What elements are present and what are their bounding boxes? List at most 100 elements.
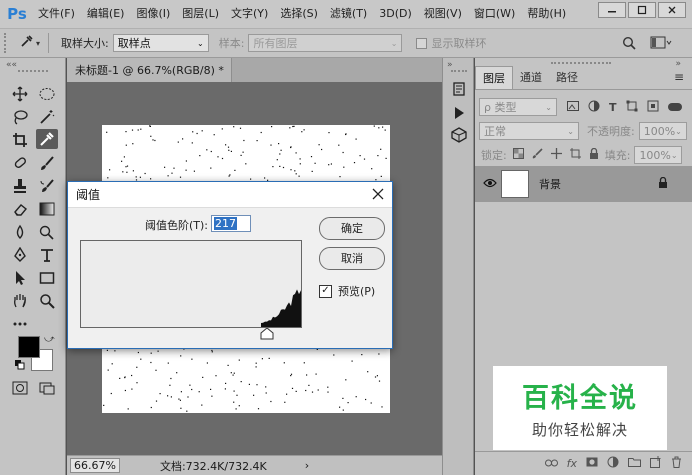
image-filter-icon[interactable]: [567, 100, 579, 114]
fx-icon[interactable]: fx: [567, 457, 577, 470]
adjustment-filter-icon[interactable]: [588, 100, 600, 115]
collapse-arrows-icon[interactable]: ««: [6, 60, 17, 70]
history-brush-tool-icon[interactable]: [36, 176, 58, 196]
lock-artboard-icon[interactable]: [569, 148, 581, 162]
workspace-switcher-icon[interactable]: [650, 36, 672, 53]
lock-transparent-pixels-icon[interactable]: [512, 148, 524, 162]
search-icon[interactable]: [622, 36, 636, 53]
foreground-color-swatch-front[interactable]: [18, 336, 40, 358]
preset-dropdown-chevron-icon[interactable]: ▾: [36, 39, 40, 48]
lasso-tool-icon[interactable]: [9, 107, 31, 127]
tab-layers[interactable]: 图层: [475, 66, 513, 89]
adjustment-layer-icon[interactable]: [607, 456, 619, 471]
filter-toggle[interactable]: [667, 103, 682, 111]
document-tab[interactable]: 未标题-1 @ 66.7%(RGB/8) * ×: [67, 58, 243, 82]
expand-arrows-icon[interactable]: »: [447, 60, 453, 70]
tab-paths[interactable]: 路径: [549, 66, 585, 89]
menu-file[interactable]: 文件(F): [32, 0, 81, 28]
opacity-field[interactable]: 100% ⌄: [638, 122, 687, 140]
preview-checkbox[interactable]: ✓: [319, 284, 332, 298]
screen-mode-icon[interactable]: [36, 378, 58, 398]
menu-3d[interactable]: 3D(D): [373, 0, 418, 28]
default-colors-icon[interactable]: [15, 360, 25, 373]
3d-panel-icon[interactable]: [449, 126, 469, 144]
menu-window[interactable]: 窗口(W): [468, 0, 521, 28]
panel-grip: [18, 70, 48, 72]
preview-option[interactable]: ✓ 预览(P): [319, 283, 375, 299]
brush-tool-icon[interactable]: [36, 153, 58, 173]
tab-channels[interactable]: 通道: [513, 66, 549, 89]
sample-value: 所有图层: [253, 37, 298, 50]
lock-image-pixels-icon[interactable]: [532, 148, 543, 162]
history-panel-icon[interactable]: [449, 80, 469, 98]
marquee-tool-icon[interactable]: [36, 84, 58, 104]
move-tool-icon[interactable]: [9, 84, 31, 104]
menu-type[interactable]: 文字(Y): [225, 0, 274, 28]
type-tool-icon[interactable]: [36, 245, 58, 265]
crop-tool-icon[interactable]: [9, 130, 31, 150]
sample-select[interactable]: 所有图层 ⌄: [248, 34, 403, 52]
fill-field[interactable]: 100% ⌄: [634, 146, 683, 164]
close-window-button[interactable]: [658, 2, 686, 18]
menu-view[interactable]: 视图(V): [418, 0, 468, 28]
dialog-close-button[interactable]: [372, 187, 384, 203]
shape-filter-icon[interactable]: [626, 100, 638, 115]
menu-edit[interactable]: 编辑(E): [81, 0, 131, 28]
panel-menu-icon[interactable]: ≡: [674, 70, 684, 84]
cancel-button[interactable]: 取消: [319, 247, 385, 270]
type-filter-icon[interactable]: T: [609, 101, 617, 114]
threshold-level-input[interactable]: 217: [211, 215, 251, 232]
add-mask-icon[interactable]: [586, 457, 598, 470]
threshold-dialog: 阈值 阈值色阶(T): 217 确定 取消 ✓ 预览(P): [67, 181, 393, 349]
gradient-tool-icon[interactable]: [36, 199, 58, 219]
clone-stamp-tool-icon[interactable]: [9, 176, 31, 196]
eye-icon[interactable]: [483, 178, 497, 191]
menu-select[interactable]: 选择(S): [274, 0, 324, 28]
photoshop-logo: Ps: [7, 5, 27, 23]
dialog-titlebar[interactable]: 阈值: [68, 182, 392, 208]
menu-bar: Ps 文件(F) 编辑(E) 图像(I) 图层(L) 文字(Y) 选择(S) 滤…: [0, 0, 692, 28]
show-ring-checkbox[interactable]: [416, 37, 428, 49]
threshold-slider-handle[interactable]: [260, 328, 274, 340]
pen-tool-icon[interactable]: [9, 245, 31, 265]
path-selection-tool-icon[interactable]: [9, 268, 31, 288]
group-folder-icon[interactable]: [628, 457, 641, 470]
sample-size-select[interactable]: 取样点 ⌄: [112, 34, 209, 52]
maximize-button[interactable]: [628, 2, 656, 18]
watermark-logo: 百科全说 助你轻松解决: [493, 366, 667, 450]
new-layer-icon[interactable]: [650, 456, 662, 471]
layer-name[interactable]: 背景: [539, 176, 561, 192]
minimize-button[interactable]: [598, 2, 626, 18]
zoom-level-field[interactable]: 66.67%: [70, 458, 120, 473]
lock-all-icon[interactable]: [589, 147, 599, 163]
menu-layer[interactable]: 图层(L): [176, 0, 225, 28]
blend-mode-select[interactable]: 正常 ⌄: [479, 122, 579, 140]
lock-position-icon[interactable]: [550, 148, 562, 162]
play-actions-icon[interactable]: [449, 104, 469, 122]
menu-filter[interactable]: 滤镜(T): [324, 0, 373, 28]
ok-button[interactable]: 确定: [319, 217, 385, 240]
divider: [48, 33, 50, 53]
rectangle-tool-icon[interactable]: [36, 268, 58, 288]
menu-help[interactable]: 帮助(H): [521, 0, 572, 28]
layer-kind-select[interactable]: ρ 类型 ⌄: [479, 98, 557, 116]
eraser-tool-icon[interactable]: [9, 199, 31, 219]
layer-row-background[interactable]: 背景: [475, 166, 692, 202]
eyedropper-tool-icon[interactable]: [36, 129, 58, 149]
menu-image[interactable]: 图像(I): [130, 0, 176, 28]
dodge-tool-icon[interactable]: [36, 222, 58, 242]
quick-mask-icon[interactable]: [9, 378, 31, 398]
swap-colors-icon[interactable]: ⤻: [44, 334, 55, 345]
more-tools-icon[interactable]: [9, 314, 31, 334]
blur-tool-icon[interactable]: [9, 222, 31, 242]
trash-icon[interactable]: [671, 456, 682, 471]
smart-object-filter-icon[interactable]: [647, 100, 659, 115]
spot-healing-tool-icon[interactable]: [9, 153, 31, 173]
link-layers-icon[interactable]: [544, 457, 558, 470]
magic-wand-tool-icon[interactable]: [36, 107, 58, 127]
window-controls: [598, 2, 686, 18]
status-menu-arrow-icon[interactable]: ›: [305, 459, 309, 472]
zoom-tool-icon[interactable]: [36, 291, 58, 311]
hand-tool-icon[interactable]: [9, 291, 31, 311]
eyedropper-preset-icon[interactable]: [20, 34, 34, 52]
